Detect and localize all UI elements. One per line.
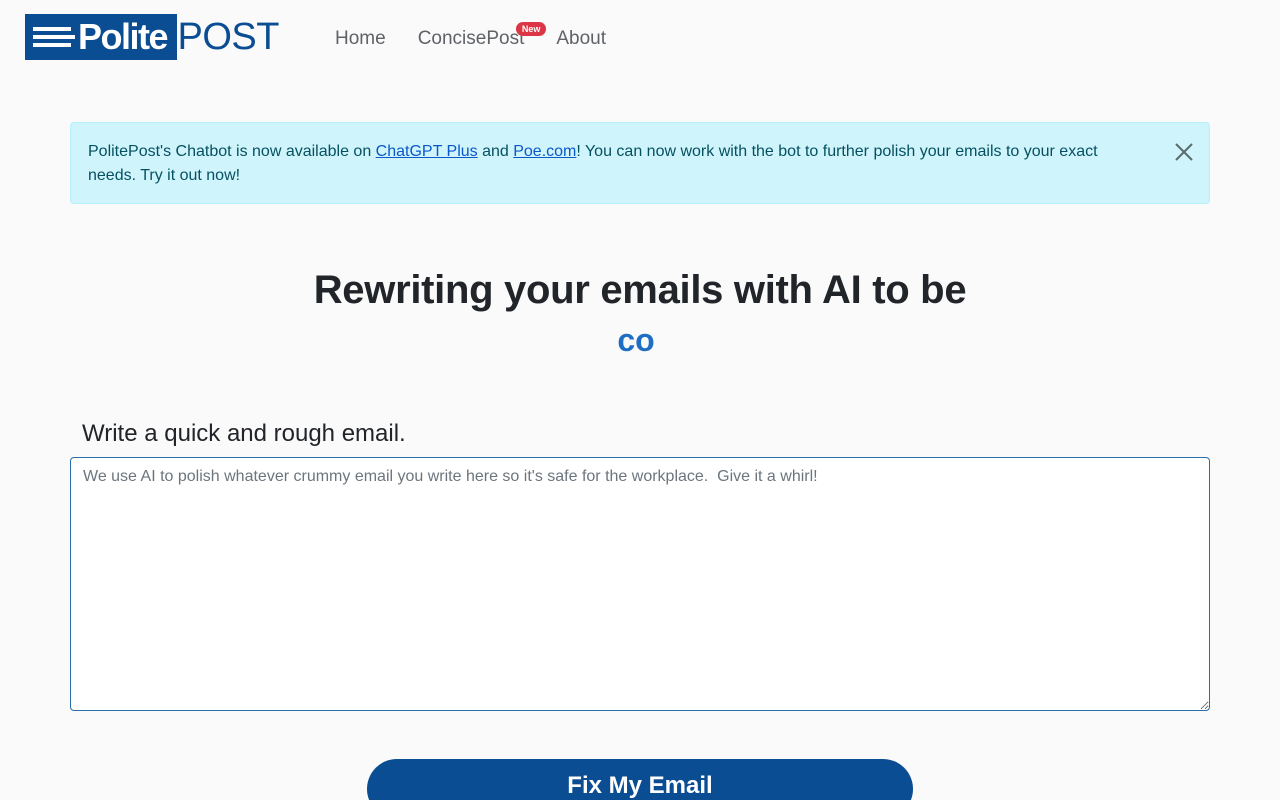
navbar: Polite POST Home ConcisePost New About bbox=[0, 0, 1280, 80]
chatbot-announcement-alert: PolitePost's Chatbot is now available on… bbox=[70, 122, 1210, 204]
logo-lines-icon bbox=[33, 27, 75, 47]
hero-animated-word: co bbox=[617, 322, 655, 358]
nav-link-about[interactable]: About bbox=[556, 28, 606, 50]
chatgpt-plus-link[interactable]: ChatGPT Plus bbox=[376, 143, 478, 160]
logo-text-polite: Polite bbox=[78, 16, 169, 57]
politepost-logo[interactable]: Polite POST bbox=[25, 14, 280, 60]
fix-my-email-button[interactable]: Fix My Email bbox=[367, 759, 913, 800]
logo-mark: Polite bbox=[25, 14, 177, 60]
new-badge: New bbox=[515, 22, 547, 36]
alert-text-before: PolitePost's Chatbot is now available on bbox=[88, 143, 376, 160]
close-icon[interactable] bbox=[1173, 141, 1195, 163]
alert-text-middle: and bbox=[477, 143, 514, 160]
logo-text-post: POST bbox=[177, 16, 280, 58]
main-nav: Home ConcisePost New About bbox=[335, 22, 606, 54]
email-input-label: Write a quick and rough email. bbox=[82, 420, 406, 447]
email-input[interactable] bbox=[70, 457, 1210, 711]
poe-link[interactable]: Poe.com bbox=[513, 143, 576, 160]
nav-link-concisepost[interactable]: ConcisePost New bbox=[417, 22, 547, 50]
nav-link-concisepost-label: ConcisePost bbox=[417, 28, 525, 49]
hero-title: Rewriting your emails with AI to be bbox=[313, 268, 967, 312]
nav-link-home[interactable]: Home bbox=[335, 28, 386, 50]
